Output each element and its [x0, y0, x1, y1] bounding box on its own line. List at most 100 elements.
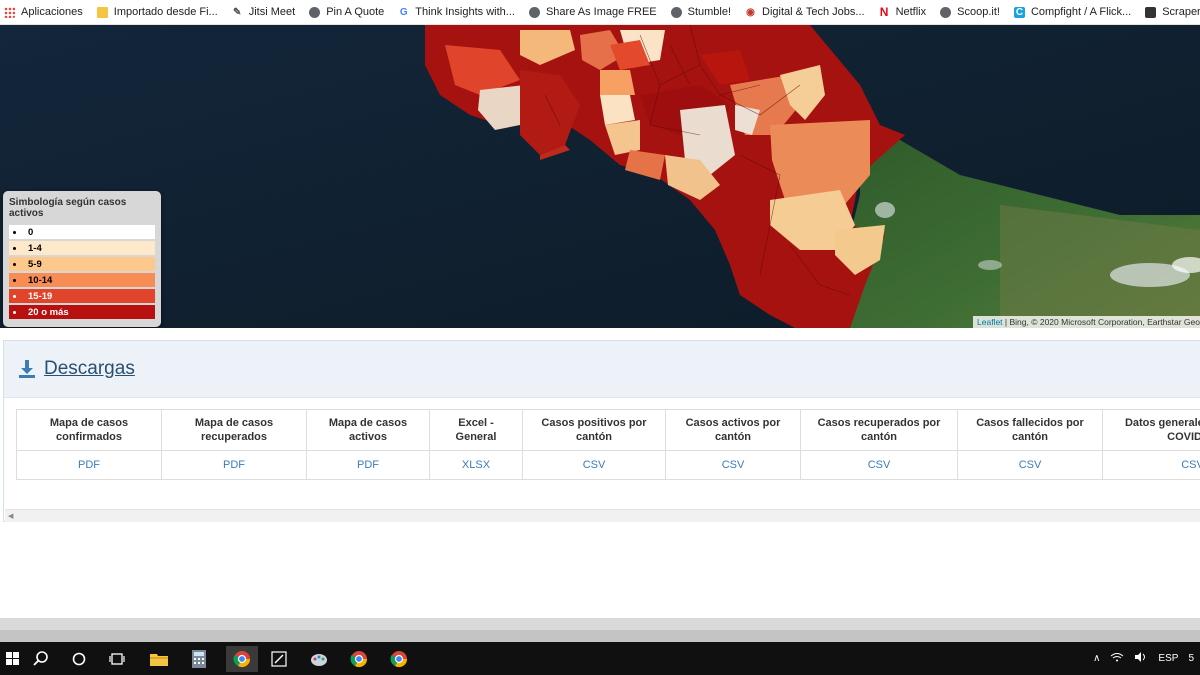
- scroll-left-icon[interactable]: ◀: [8, 512, 13, 520]
- legend-label: 10-14: [28, 274, 53, 286]
- download-link[interactable]: PDF: [223, 459, 245, 471]
- bookmark-item[interactable]: ✎ Jitsi Meet: [232, 6, 295, 18]
- legend-label: 0: [28, 226, 34, 238]
- bookmark-item[interactable]: Pin A Quote: [309, 6, 384, 18]
- covid-map[interactable]: Simbología según casos activos 0 1-4 5-9 10…: [0, 25, 1200, 328]
- bookmark-item[interactable]: C Compfight / A Flick...: [1013, 6, 1131, 18]
- legend-bullet-icon: [13, 262, 16, 266]
- globe-icon: [670, 6, 682, 18]
- downloads-panel: Descargas Mapa de casos confirmados Mapa …: [3, 340, 1200, 522]
- map-legend: Simbología según casos activos 0 1-4 5-9 10…: [3, 191, 161, 327]
- bookmark-label: Share As Image FREE: [545, 6, 657, 18]
- scraperwiki-icon: [1145, 6, 1157, 18]
- downloads-header: Descargas: [4, 341, 1200, 398]
- download-link[interactable]: PDF: [357, 459, 379, 471]
- bookmark-label: Netflix: [895, 6, 927, 18]
- sticky-notes-icon[interactable]: [266, 646, 292, 672]
- column-header: Mapa de casos recuperados: [161, 409, 307, 451]
- download-link[interactable]: PDF: [78, 459, 100, 471]
- bookmark-item[interactable]: Scoop.it!: [940, 6, 1000, 18]
- column-header: Excel - General: [429, 409, 523, 451]
- bookmark-label: Aplicaciones: [21, 6, 83, 18]
- bookmark-label: Digital & Tech Jobs...: [762, 6, 865, 18]
- cortana-icon[interactable]: [66, 646, 92, 672]
- globe-icon: [940, 6, 952, 18]
- bookmark-item[interactable]: G Think Insights with...: [398, 6, 515, 18]
- feather-icon: ✎: [233, 6, 242, 18]
- legend-bullet-icon: [13, 294, 16, 298]
- table-row: PDFPDFPDFXLSXCSVCSVCSVCSVCSVXLSX: [16, 450, 1200, 480]
- bookmark-label: Stumble!: [687, 6, 732, 18]
- legend-bullet-icon: [13, 310, 16, 314]
- legend-title: Simbología según casos activos: [9, 197, 127, 219]
- table-cell: PDF: [306, 450, 430, 480]
- page-footer-strip: [0, 618, 1200, 630]
- windows-taskbar: ∧ ESP 5: [0, 642, 1200, 675]
- chrome-active-icon[interactable]: [226, 646, 258, 672]
- folder-icon: [96, 6, 108, 18]
- attribution-text: | Bing, © 2020 Microsoft Corporation, Ea…: [1002, 317, 1200, 327]
- apps-grid-icon: [4, 6, 15, 18]
- legend-item: 0: [9, 225, 155, 239]
- bookmark-item[interactable]: N Netflix: [879, 5, 927, 19]
- chrome-icon[interactable]: [386, 646, 412, 672]
- legend-label: 1-4: [28, 242, 42, 254]
- file-explorer-icon[interactable]: [146, 646, 172, 672]
- legend-item: 1-4: [9, 241, 155, 255]
- tray-chevron-icon[interactable]: ∧: [1093, 653, 1100, 664]
- bookmark-label: Think Insights with...: [415, 6, 515, 18]
- legend-bullet-icon: [13, 278, 16, 282]
- calculator-icon[interactable]: [186, 646, 212, 672]
- leaflet-link[interactable]: Leaflet: [977, 317, 1003, 327]
- bookmark-item[interactable]: Aplicaciones: [0, 6, 83, 18]
- network-icon[interactable]: [1110, 652, 1124, 665]
- search-icon[interactable]: [28, 646, 54, 672]
- legend-item: 15-19: [9, 289, 155, 303]
- legend-item: 10-14: [9, 273, 155, 287]
- windows-start-icon[interactable]: [0, 646, 26, 672]
- bookmark-item[interactable]: ◉ Digital & Tech Jobs...: [745, 6, 865, 18]
- map-attribution: Leaflet | Bing, © 2020 Microsoft Corpora…: [973, 316, 1200, 328]
- table-cell: CSV: [665, 450, 801, 480]
- table-header-row: Mapa de casos confirmados Mapa de casos r…: [16, 409, 1200, 451]
- download-link[interactable]: CSV: [722, 459, 745, 471]
- table-cell: CSV: [800, 450, 958, 480]
- column-header: Mapa de casos confirmados: [16, 409, 162, 451]
- chrome-profile-icon[interactable]: [346, 646, 372, 672]
- bookmark-item[interactable]: ScraperWiki: [1145, 6, 1200, 18]
- bookmark-label: Scoop.it!: [957, 6, 1000, 18]
- download-link[interactable]: XLSX: [462, 459, 490, 471]
- paint-icon[interactable]: [306, 646, 332, 672]
- volume-icon[interactable]: [1134, 652, 1148, 665]
- download-icon: [18, 359, 36, 379]
- legend-bullet-icon: [13, 246, 16, 250]
- horizontal-scrollbar[interactable]: ◀: [5, 509, 1200, 522]
- column-header: Casos activos por cantón: [665, 409, 801, 451]
- download-link[interactable]: CSV: [1019, 459, 1042, 471]
- legend-item: 20 o más: [9, 305, 155, 319]
- globe-icon: [528, 6, 540, 18]
- table-cell: CSV: [957, 450, 1103, 480]
- bookmark-item[interactable]: Share As Image FREE: [528, 6, 657, 18]
- task-view-icon[interactable]: [104, 646, 130, 672]
- bookmark-label: Pin A Quote: [326, 6, 385, 18]
- input-language[interactable]: ESP: [1158, 653, 1178, 664]
- bookmark-label: Importado desde Fi...: [113, 6, 218, 18]
- clock[interactable]: 5: [1188, 653, 1194, 664]
- bookmark-label: Jitsi Meet: [248, 6, 296, 18]
- bookmark-item[interactable]: Importado desde Fi...: [96, 6, 218, 18]
- bookmark-item[interactable]: Stumble!: [670, 6, 732, 18]
- legend-label: 5-9: [28, 258, 42, 270]
- legend-label: 15-19: [28, 290, 53, 302]
- compfight-icon: C: [1013, 6, 1025, 18]
- downloads-title[interactable]: Descargas: [44, 358, 135, 380]
- table-cell: CSV: [1102, 450, 1200, 480]
- download-link[interactable]: CSV: [583, 459, 606, 471]
- download-link[interactable]: CSV: [868, 459, 891, 471]
- bookmarks-bar: Aplicaciones Importado desde Fi... ✎ Jitsi …: [0, 0, 1200, 25]
- table-cell: CSV: [522, 450, 666, 480]
- downloads-table: Mapa de casos confirmados Mapa de casos r…: [16, 409, 1200, 480]
- column-header: Casos recuperados por cantón: [800, 409, 958, 451]
- download-link[interactable]: CSV: [1181, 459, 1200, 471]
- map-tiles[interactable]: [0, 25, 1200, 328]
